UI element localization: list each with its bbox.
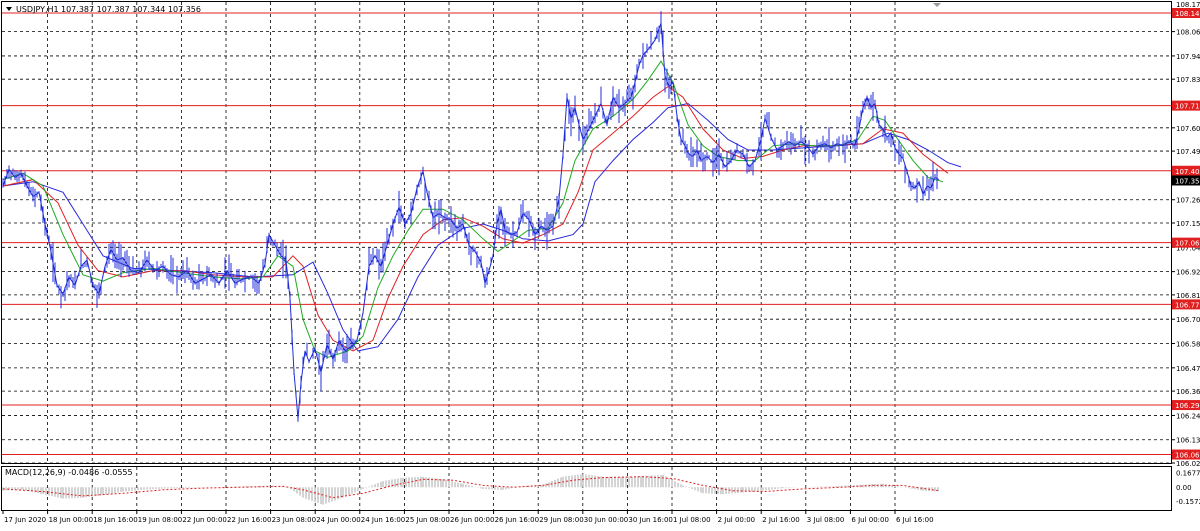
time-label: 2 Jul 00:00 [718, 516, 756, 524]
macd-axis-label: -0.1572 [1176, 498, 1200, 506]
price-axis-label: 108.060 [1176, 29, 1200, 37]
ohlc-values: 107.387 107.387 107.344 107.356 [61, 5, 201, 14]
time-axis: 17 Jun 2020 18 Jun 00:00 18 Jun 16:00 19 Ju… [2, 511, 934, 524]
chart-window[interactable]: 108.060 107.945 107.835 107.605 107.495 107.2… [0, 0, 1200, 527]
level-price-label: 108.148 [1175, 10, 1200, 18]
price-axis-label: 107.155 [1176, 220, 1200, 228]
time-label: 17 Jun 2020 [4, 516, 46, 524]
level-price-label: 107.402 [1175, 168, 1200, 176]
time-label: 6 Jul 16:00 [896, 516, 934, 524]
price-axis-label: 107.495 [1176, 148, 1200, 156]
time-label: 23 Jun 08:00 [272, 516, 316, 524]
time-label: 24 Jun 16:00 [361, 516, 405, 524]
macd-axis-label: 0.1677 [1176, 470, 1200, 478]
price-axis-label: 107.605 [1176, 125, 1200, 133]
time-label: 24 Jun 00:00 [316, 516, 360, 524]
time-label: 25 Jun 08:00 [405, 516, 449, 524]
price-axis-label: 106.245 [1176, 412, 1200, 420]
price-axis-label: 107.945 [1176, 53, 1200, 61]
price-axis-label: 106.700 [1176, 316, 1200, 324]
usdjpy-h1-chart[interactable]: 108.060 107.945 107.835 107.605 107.495 107.2… [0, 0, 1200, 527]
price-axis-label: 106.470 [1176, 365, 1200, 373]
price-axis-label: 106.130 [1176, 437, 1200, 445]
macd-label: MACD(12,26,9) -0.0486 -0.0555 [5, 468, 133, 477]
price-panel [1, 1, 1172, 464]
time-label: 30 Jun 00:00 [584, 516, 628, 524]
time-label: 19 Jun 08:00 [138, 516, 182, 524]
time-label: 22 Jun 16:00 [227, 516, 271, 524]
time-label: 30 Jun 16:00 [628, 516, 672, 524]
price-axis-label: 106.815 [1176, 292, 1200, 300]
level-price-label: 106.060 [1175, 452, 1200, 460]
chart-header: USDJPY,H1 107.387 107.387 107.344 107.35… [6, 5, 201, 14]
time-label: 6 Jul 00:00 [851, 516, 889, 524]
time-label: 1 Jul 08:00 [673, 516, 711, 524]
time-label: 29 Jun 08:00 [539, 516, 583, 524]
level-price-label: 107.710 [1175, 103, 1200, 111]
time-label: 3 Jul 08:00 [807, 516, 845, 524]
time-label: 2 Jul 16:00 [762, 516, 800, 524]
price-axis-label: 106.585 [1176, 341, 1200, 349]
level-price-label: 106.294 [1175, 402, 1200, 410]
level-price-label: 107.062 [1175, 240, 1200, 248]
price-axis-label: 106.925 [1176, 269, 1200, 277]
price-axis: 108.060 107.945 107.835 107.605 107.495 107.2… [1171, 1, 1200, 506]
macd-axis-label: 0.00 [1176, 484, 1192, 492]
current-price-label: 107.356 [1175, 177, 1200, 185]
price-axis-label: 107.835 [1176, 76, 1200, 84]
time-label: 18 Jun 00:00 [49, 516, 93, 524]
symbol-timeframe: USDJPY,H1 [16, 5, 59, 14]
price-axis-label-top: 108.170 [1176, 1, 1200, 9]
time-label: 26 Jun 16:00 [495, 516, 539, 524]
price-axis-label: 107.265 [1176, 197, 1200, 205]
macd-panel [1, 466, 1172, 511]
price-axis-label: 106.360 [1176, 388, 1200, 396]
time-label: 26 Jun 00:00 [450, 516, 494, 524]
time-label: 18 Jun 16:00 [93, 516, 137, 524]
time-label: 22 Jun 00:00 [182, 516, 226, 524]
level-price-label: 106.770 [1175, 301, 1200, 309]
price-axis-label: 106.020 [1176, 460, 1200, 468]
